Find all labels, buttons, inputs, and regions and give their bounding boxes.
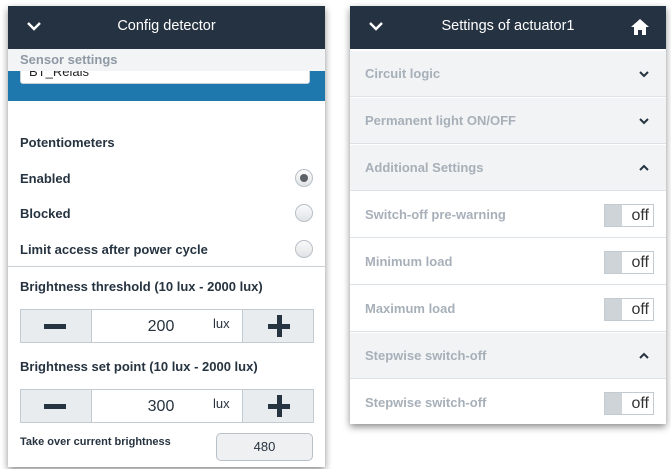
sensor-settings-label: Sensor settings	[8, 49, 325, 71]
setpoint-minus-button[interactable]	[21, 390, 92, 422]
section-permanent-light[interactable]: Permanent light ON/OFF	[350, 98, 666, 144]
chevron-down-icon	[639, 118, 649, 125]
section-stepwise-switch-off[interactable]: Stepwise switch-off	[350, 333, 666, 379]
option-limit-access[interactable]: Limit access after power cycle	[8, 240, 325, 262]
setpoint-value[interactable]: 300	[131, 398, 191, 416]
enabled-radio[interactable]	[295, 169, 313, 187]
divider	[8, 266, 325, 267]
actuator-settings-panel: Settings of actuator1 Circuit logic Perm…	[350, 6, 666, 424]
toggle-knob	[605, 299, 622, 320]
section-circuit-logic[interactable]: Circuit logic	[350, 51, 666, 97]
limit-access-radio[interactable]	[295, 240, 313, 258]
threshold-value[interactable]: 200	[131, 318, 191, 336]
row-minimum-load: Minimum load off	[350, 239, 666, 285]
toggle-knob	[605, 205, 622, 226]
chevron-up-icon	[639, 164, 649, 171]
blocked-radio[interactable]	[295, 204, 313, 222]
toggle-knob	[605, 393, 622, 414]
stepwise-switch-off-toggle[interactable]: off	[604, 392, 654, 415]
section-additional-settings[interactable]: Additional Settings	[350, 145, 666, 191]
home-icon[interactable]	[630, 17, 650, 37]
switch-off-pre-warning-toggle[interactable]: off	[604, 204, 654, 227]
toggle-knob	[605, 252, 622, 273]
row-maximum-load: Maximum load off	[350, 286, 666, 332]
setpoint-unit: lux	[213, 396, 230, 411]
chevron-down-icon	[639, 71, 649, 78]
panel-title: Config detector	[117, 18, 216, 34]
config-detector-header: Config detector	[8, 6, 325, 49]
row-switch-off-pre-warning: Switch-off pre-warning off	[350, 192, 666, 238]
config-detector-panel: Config detector Sensor settings Potentio…	[8, 6, 325, 467]
option-blocked[interactable]: Blocked	[8, 204, 325, 226]
option-enabled[interactable]: Enabled	[8, 169, 325, 191]
setpoint-stepper: 300 lux	[20, 389, 314, 423]
maximum-load-toggle[interactable]: off	[604, 298, 654, 321]
threshold-unit: lux	[213, 316, 230, 331]
row-stepwise-switch-off: Stepwise switch-off off	[350, 380, 666, 424]
threshold-minus-button[interactable]	[21, 310, 92, 342]
chevron-up-icon	[639, 352, 649, 359]
minimum-load-toggle[interactable]: off	[604, 251, 654, 274]
current-brightness-button[interactable]: 480	[216, 433, 313, 461]
threshold-plus-button[interactable]	[242, 310, 313, 342]
panel-title: Settings of actuator1	[441, 18, 575, 34]
threshold-stepper: 200 lux	[20, 309, 314, 343]
actuator-settings-header: Settings of actuator1	[350, 6, 666, 49]
setpoint-plus-button[interactable]	[242, 390, 313, 422]
